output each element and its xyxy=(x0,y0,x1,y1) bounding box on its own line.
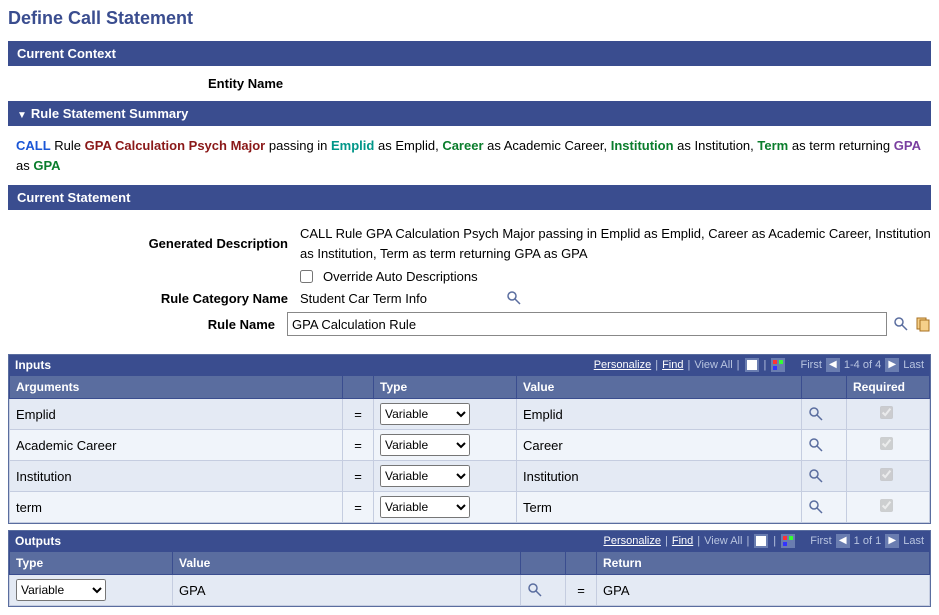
outputs-col-value: Value xyxy=(173,552,521,575)
inputs-find-link[interactable]: Find xyxy=(662,359,683,371)
input-value: Career xyxy=(517,430,802,461)
rule-name-label: Rule Name xyxy=(8,317,287,332)
equals-sign: = xyxy=(343,399,374,430)
inputs-col-value: Value xyxy=(517,376,802,399)
table-row: Academic Career= Variable Career xyxy=(10,430,930,461)
rule-name-lookup-icon[interactable] xyxy=(893,316,909,332)
generated-desc-label: Generated Description xyxy=(8,236,300,251)
input-type-select[interactable]: Variable xyxy=(380,496,470,518)
outputs-next-icon[interactable]: ▶ xyxy=(885,534,899,548)
inputs-personalize-link[interactable]: Personalize xyxy=(594,359,651,371)
input-type-select[interactable]: Variable xyxy=(380,434,470,456)
table-row: VariableGPA=GPA xyxy=(10,575,930,606)
inputs-download-icon[interactable] xyxy=(770,357,786,373)
outputs-range: 1 of 1 xyxy=(854,535,882,547)
equals-sign: = xyxy=(343,461,374,492)
output-return: GPA xyxy=(597,575,930,606)
input-value: Emplid xyxy=(517,399,802,430)
lookup-icon[interactable] xyxy=(808,499,840,515)
outputs-personalize-link[interactable]: Personalize xyxy=(604,535,661,547)
equals-sign: = xyxy=(343,430,374,461)
equals-sign: = xyxy=(343,492,374,523)
rule-summary-header-text: Rule Statement Summary xyxy=(31,106,189,121)
input-value: Institution xyxy=(517,461,802,492)
input-type-select[interactable]: Variable xyxy=(380,403,470,425)
outputs-find-link[interactable]: Find xyxy=(672,535,693,547)
rule-category-value: Student Car Term Info xyxy=(300,291,500,306)
input-argument: Emplid xyxy=(10,399,343,430)
inputs-title: Inputs xyxy=(15,358,51,372)
outputs-first: First xyxy=(810,535,831,547)
outputs-download-icon[interactable] xyxy=(780,533,796,549)
inputs-first: First xyxy=(801,359,822,371)
input-argument: term xyxy=(10,492,343,523)
table-row: Emplid=VariableEmplid xyxy=(10,399,930,430)
inputs-prev-icon[interactable]: ◀ xyxy=(826,358,840,372)
rule-name-detail-icon[interactable] xyxy=(915,316,931,332)
outputs-col-type: Type xyxy=(10,552,173,575)
input-value: Term xyxy=(517,492,802,523)
input-argument: Institution xyxy=(10,461,343,492)
outputs-zoom-icon[interactable] xyxy=(753,533,769,549)
inputs-zoom-icon[interactable] xyxy=(744,357,760,373)
lookup-icon[interactable] xyxy=(808,406,840,422)
equals-sign: = xyxy=(566,575,597,606)
required-checkbox xyxy=(880,468,893,481)
rule-category-label: Rule Category Name xyxy=(8,291,300,306)
output-value: GPA xyxy=(173,575,521,606)
outputs-last: Last xyxy=(903,535,924,547)
lookup-icon[interactable] xyxy=(527,582,559,598)
inputs-range: 1-4 of 4 xyxy=(844,359,881,371)
outputs-title: Outputs xyxy=(15,534,61,548)
inputs-col-required: Required xyxy=(847,376,930,399)
generated-desc-value: CALL Rule GPA Calculation Psych Major pa… xyxy=(300,224,931,263)
outputs-viewall: View All xyxy=(704,535,742,547)
inputs-last: Last xyxy=(903,359,924,371)
table-row: term= Variable Term xyxy=(10,492,930,523)
rule-summary-header[interactable]: ▼ Rule Statement Summary xyxy=(8,101,931,126)
current-statement-header: Current Statement xyxy=(8,185,931,210)
override-auto-desc-label: Override Auto Descriptions xyxy=(323,269,478,284)
rule-summary-text: CALL Rule GPA Calculation Psych Major pa… xyxy=(8,126,931,185)
inputs-grid: Inputs Personalize | Find | View All | |… xyxy=(8,354,931,524)
rule-category-lookup-icon[interactable] xyxy=(506,290,522,306)
output-type-select[interactable]: Variable xyxy=(16,579,106,601)
lookup-icon[interactable] xyxy=(808,437,840,453)
inputs-col-arguments: Arguments xyxy=(10,376,343,399)
input-type-select[interactable]: Variable xyxy=(380,465,470,487)
outputs-grid: Outputs Personalize | Find | View All | … xyxy=(8,530,931,607)
collapse-icon[interactable]: ▼ xyxy=(17,110,27,121)
current-context-header: Current Context xyxy=(8,41,931,66)
inputs-col-type: Type xyxy=(374,376,517,399)
entity-name-label: Entity Name xyxy=(8,66,931,101)
required-checkbox xyxy=(880,437,893,450)
table-row: Institution=VariableInstitution xyxy=(10,461,930,492)
outputs-col-return: Return xyxy=(597,552,930,575)
rule-name-input[interactable] xyxy=(287,312,887,336)
lookup-icon[interactable] xyxy=(808,468,840,484)
required-checkbox xyxy=(880,406,893,419)
page-title: Define Call Statement xyxy=(8,8,931,29)
input-argument: Academic Career xyxy=(10,430,343,461)
outputs-prev-icon[interactable]: ◀ xyxy=(836,534,850,548)
required-checkbox xyxy=(880,499,893,512)
inputs-viewall: View All xyxy=(694,359,732,371)
inputs-next-icon[interactable]: ▶ xyxy=(885,358,899,372)
override-auto-desc-checkbox[interactable] xyxy=(300,270,313,283)
